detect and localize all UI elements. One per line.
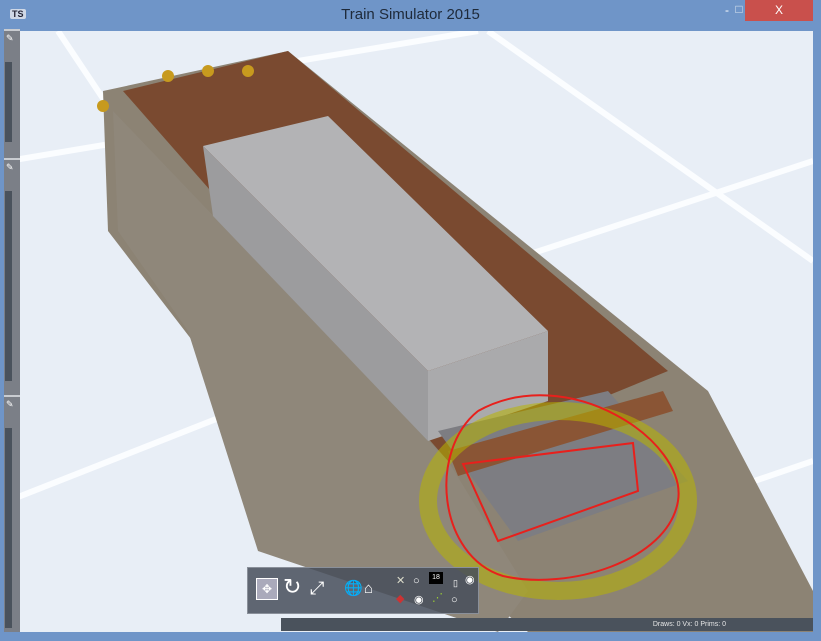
panel-section-3[interactable]: ✎	[4, 395, 20, 632]
radio-icon[interactable]: ◉	[414, 591, 424, 609]
move-icon[interactable]: ✥	[256, 578, 278, 600]
radio-icon[interactable]: ○	[451, 591, 458, 609]
window-border	[0, 632, 821, 641]
mouse-icon[interactable]: ▯	[453, 574, 458, 592]
side-panel: ✎ ✎ ✎	[4, 29, 20, 632]
home-icon[interactable]: ⌂	[364, 580, 373, 598]
pin-icon[interactable]: ✎	[6, 399, 14, 410]
globe-icon[interactable]: 🌐	[344, 580, 363, 598]
status-bar: Draws: 0 Vx: 0 Prims: 0	[281, 618, 813, 631]
panel-section-1[interactable]: ✎	[4, 29, 20, 158]
scene	[8, 31, 813, 632]
panel-section-2[interactable]: ✎	[4, 158, 20, 395]
window-title: Train Simulator 2015	[341, 6, 480, 23]
radio-icon[interactable]: ○	[413, 572, 420, 590]
track-icon[interactable]: ✕	[396, 572, 405, 590]
radio-icon[interactable]: ◉	[465, 571, 475, 589]
editor-toolbar: ✥ ↻ ⤢ 🌐 ⌂ ✕ ○ 18 ▯ ◉ ◆ ◉ ⋰ ○	[247, 567, 479, 614]
3d-viewport[interactable]	[8, 31, 813, 632]
counter-display: 18	[429, 572, 443, 584]
pin-icon[interactable]: ✎	[6, 162, 14, 173]
spline-icon[interactable]: ⋰	[432, 589, 443, 607]
title-bar: TS Train Simulator 2015 - X	[0, 0, 821, 31]
scale-icon[interactable]: ⤢	[310, 579, 324, 597]
pin-icon[interactable]: ✎	[6, 33, 14, 44]
rotate-icon[interactable]: ↻	[283, 576, 301, 598]
camera-icon[interactable]: ◆	[396, 590, 404, 608]
close-button[interactable]: X	[745, 0, 813, 21]
maximize-button[interactable]: □	[733, 0, 745, 20]
minimize-btn-label	[709, 0, 729, 21]
